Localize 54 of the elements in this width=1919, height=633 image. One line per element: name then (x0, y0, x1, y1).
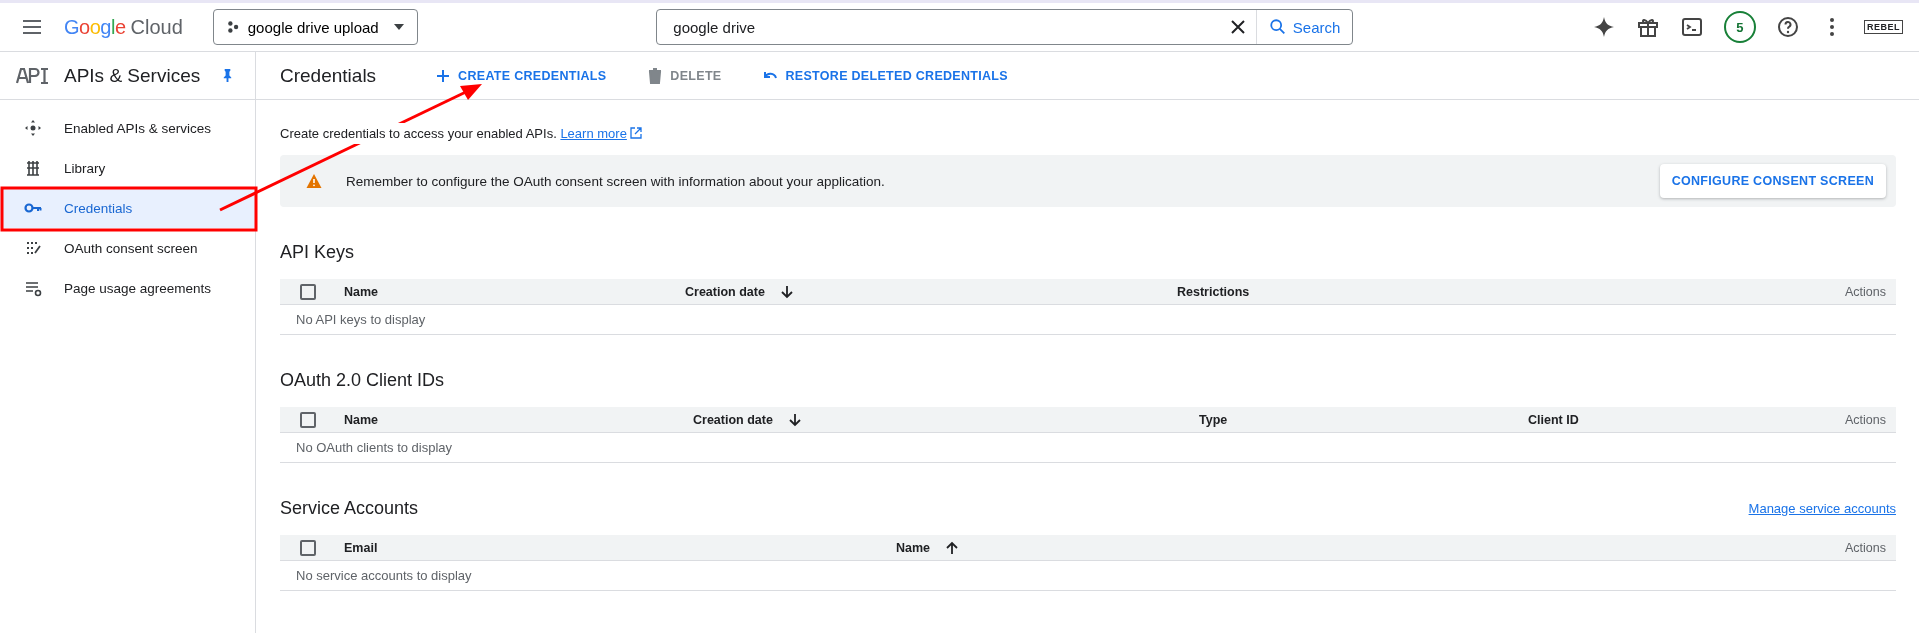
create-credentials-button[interactable]: CREATE CREDENTIALS (426, 60, 615, 91)
page-title: Credentials (280, 64, 377, 87)
column-header[interactable]: Creation date (693, 411, 803, 428)
learn-more-link[interactable]: Learn more (560, 126, 642, 141)
column-header[interactable]: Email (344, 540, 378, 555)
column-header[interactable]: Name (344, 284, 379, 299)
column-header[interactable]: Type (1199, 412, 1228, 427)
column-header[interactable]: Client ID (1528, 412, 1579, 427)
column-header[interactable]: Actions (1845, 284, 1886, 299)
select-all-checkbox[interactable] (300, 283, 316, 300)
column-header[interactable]: Restrictions (1177, 284, 1250, 299)
arrow-down-icon[interactable] (778, 283, 795, 300)
column-header[interactable]: Actions (1845, 412, 1886, 427)
empty-message: No API keys to display (280, 305, 1896, 335)
api-icon (16, 65, 50, 86)
empty-message: No service accounts to display (280, 561, 1896, 591)
section-title: OAuth 2.0 Client IDs (280, 369, 445, 391)
warning-icon (306, 173, 322, 189)
help-icon[interactable] (1775, 15, 1800, 39)
sidebar-item[interactable]: Enabled APIs & services (0, 108, 255, 148)
project-picker[interactable]: google drive upload (212, 9, 418, 45)
notification-count[interactable]: 5 (1723, 11, 1756, 43)
sidebar-item[interactable]: OAuth consent screen (0, 228, 255, 268)
section-title: Service Accounts (280, 497, 419, 519)
column-header[interactable]: Actions (1845, 540, 1886, 555)
search-field[interactable]: google drive Search (656, 9, 1354, 45)
column-header[interactable]: Name (896, 539, 961, 556)
select-all-checkbox[interactable] (300, 539, 316, 556)
select-all-checkbox[interactable] (300, 411, 316, 428)
sidebar-item[interactable]: Page usage agreements (0, 268, 255, 308)
banner-message: Remember to configure the OAuth consent screen with information about your application. (346, 173, 886, 189)
terminal-icon[interactable] (1679, 15, 1704, 39)
configure-consent-screen-button[interactable]: CONFIGURE CONSENT SCREEN (1659, 164, 1886, 198)
description-text: Create credentials to access your enabled APIs. (280, 123, 557, 144)
empty-message: No OAuth clients to display (280, 433, 1896, 463)
manage-link[interactable]: Manage service accounts (1748, 500, 1896, 516)
library-icon (24, 159, 42, 177)
restore-button[interactable]: RESTORE DELETED CREDENTIALS (753, 60, 1016, 91)
search-button[interactable]: Search (1255, 10, 1353, 44)
arrow-down-icon[interactable] (786, 411, 803, 428)
move-icon (24, 119, 42, 137)
dotted-check-icon (24, 239, 42, 257)
google-cloud-logo[interactable]: Google Cloud (64, 15, 183, 39)
settings-list-icon (24, 279, 42, 297)
column-header[interactable]: Creation date (685, 283, 795, 300)
sidebar-item[interactable]: Credentials (0, 188, 255, 228)
external-link-icon (629, 127, 642, 139)
sidebar-item[interactable]: Library (0, 148, 255, 188)
project-icon (225, 20, 240, 34)
sidebar-title: APIs & Services (64, 64, 202, 87)
account-label[interactable]: REBEL (1863, 20, 1903, 34)
section-title: API Keys (280, 241, 355, 263)
column-header[interactable]: Name (344, 412, 379, 427)
search-icon (1268, 18, 1287, 36)
